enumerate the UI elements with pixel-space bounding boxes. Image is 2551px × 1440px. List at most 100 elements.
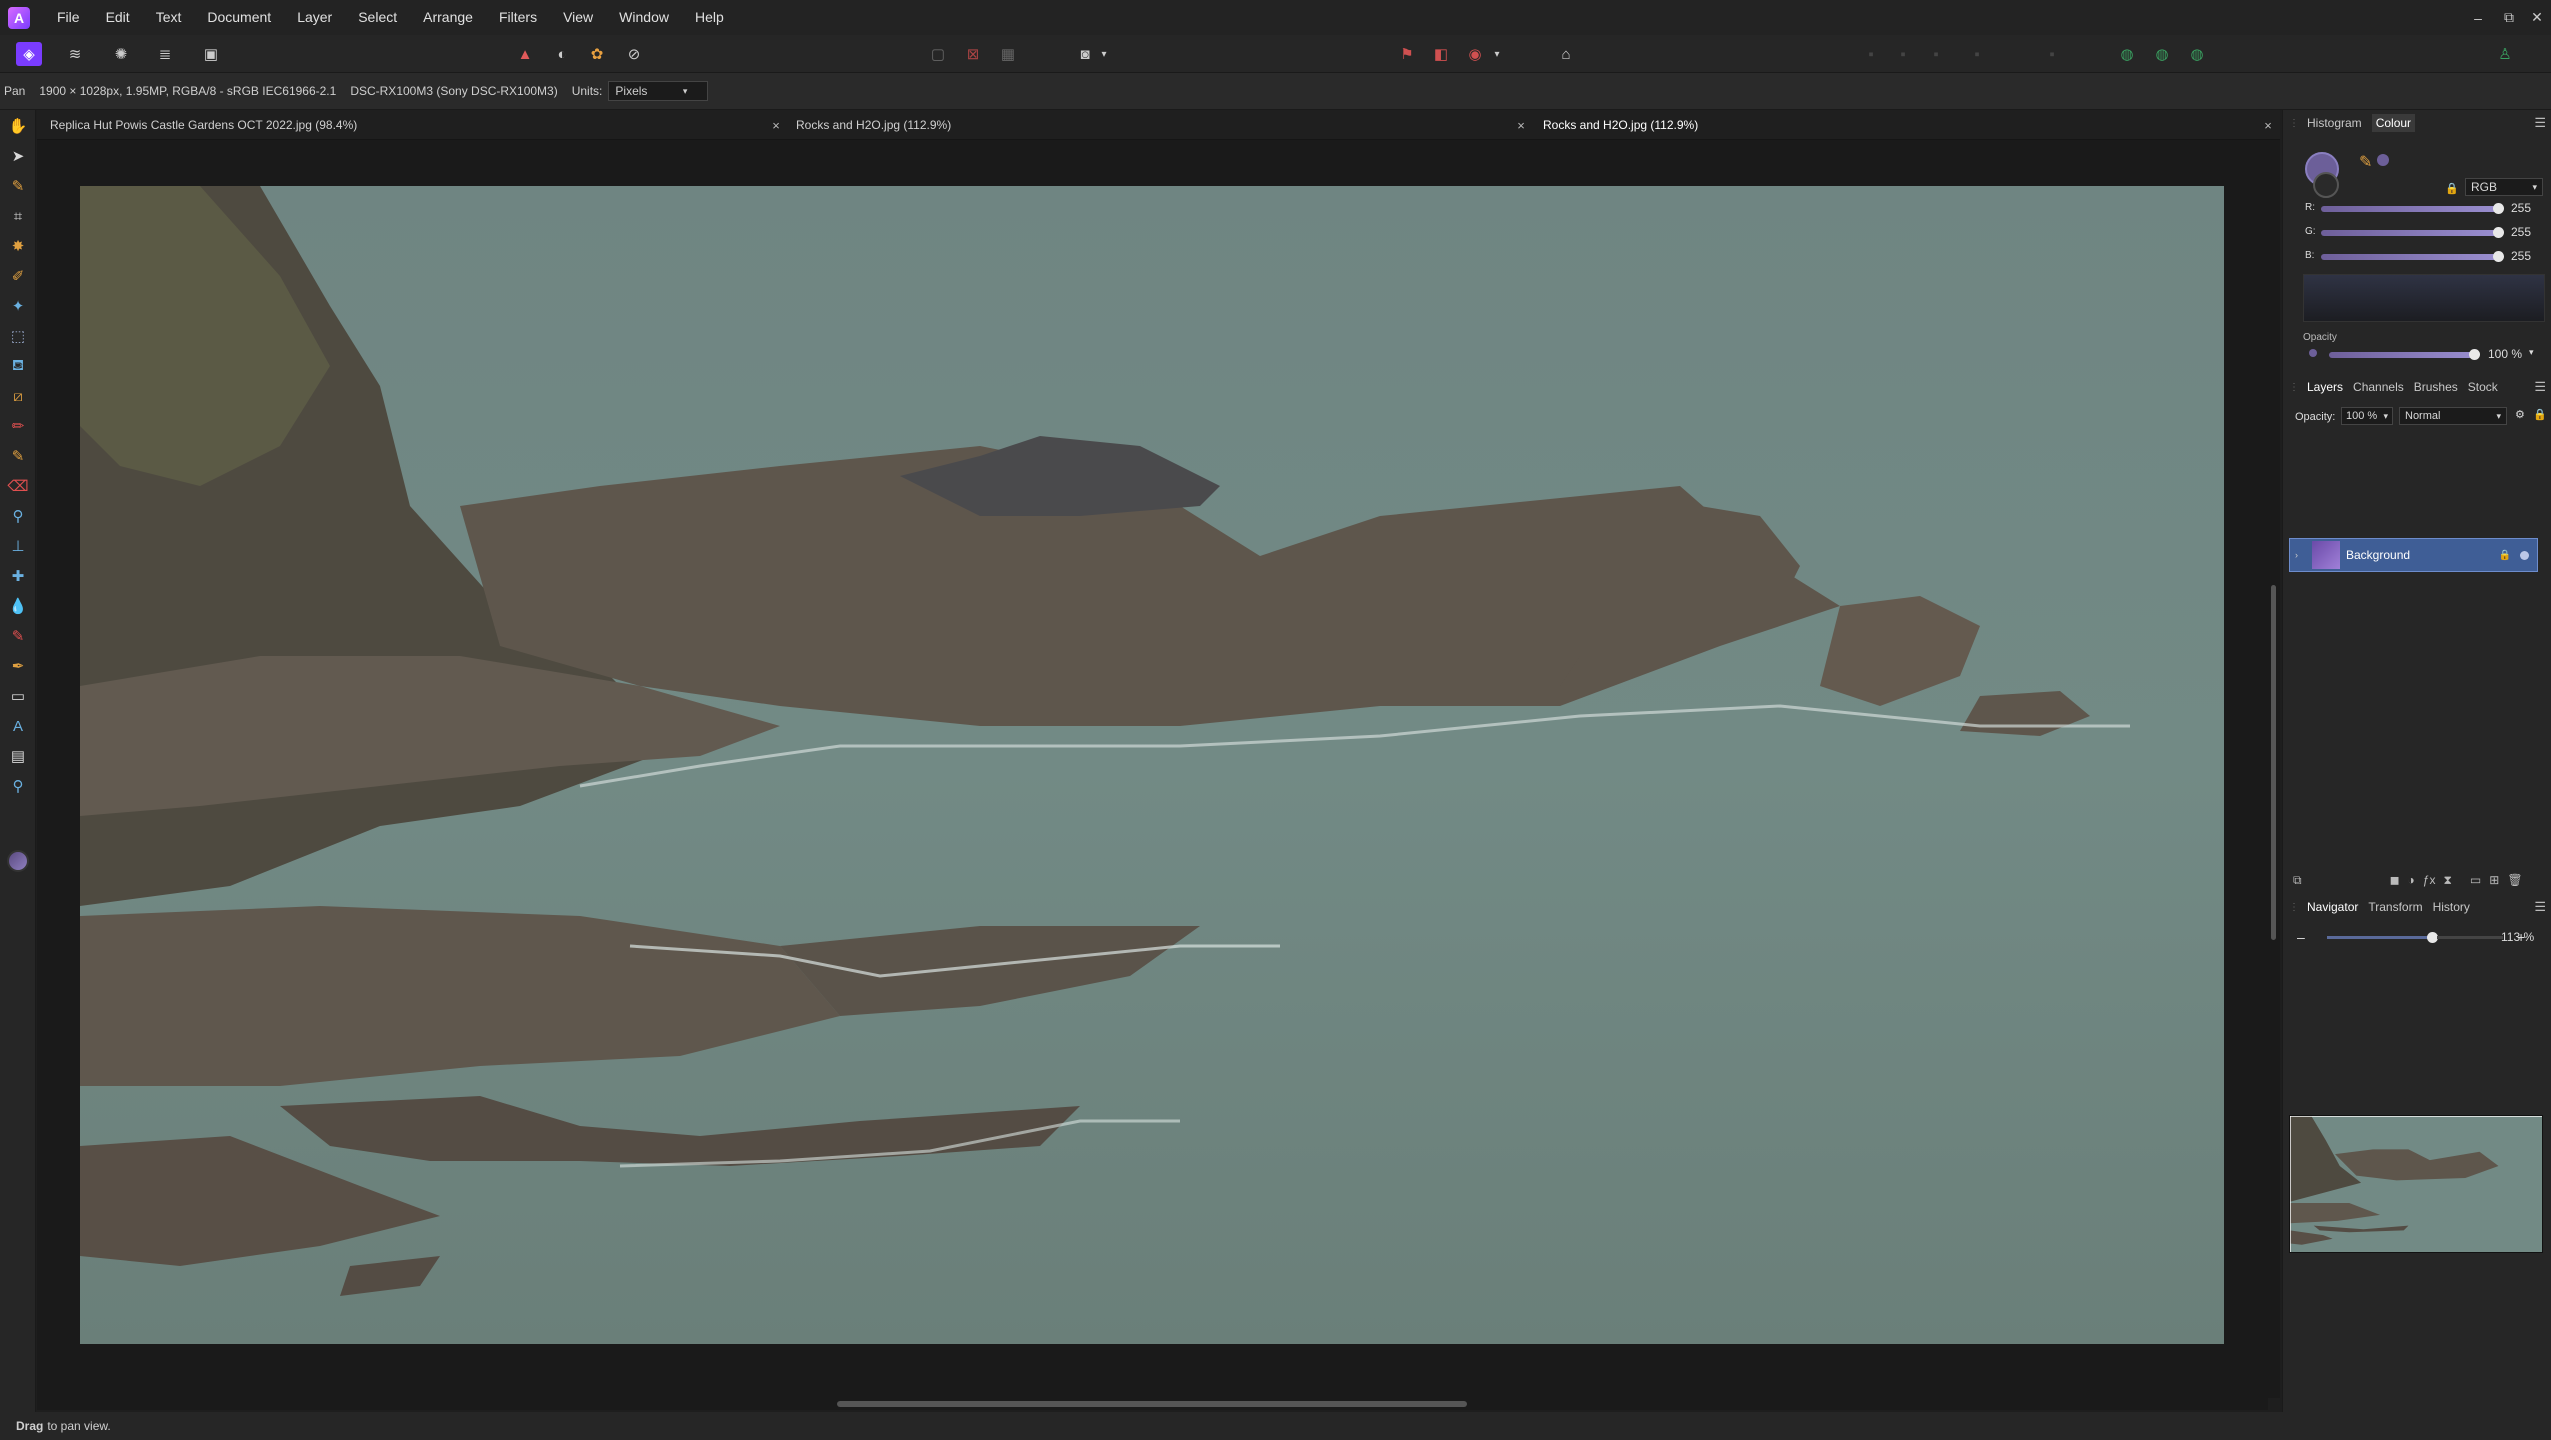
arrange-icon[interactable]: ▪ [1890, 42, 1916, 66]
r-value[interactable]: 255 [2511, 201, 2531, 215]
layers-opacity-dropdown[interactable]: 100 % ▾ [2341, 407, 2393, 425]
navigator-thumbnail[interactable] [2289, 1115, 2543, 1253]
arrange-icon[interactable]: ▪ [1964, 42, 1990, 66]
close-tab-icon[interactable]: × [2259, 110, 2277, 140]
menu-text[interactable]: Text [143, 0, 195, 35]
move-tool-icon[interactable]: ➤ [6, 144, 30, 168]
mesh-warp-icon[interactable]: ▤ [6, 744, 30, 768]
stroke-colour-swatch[interactable] [2313, 172, 2339, 198]
panel-menu-icon[interactable]: ☰ [2534, 899, 2546, 915]
tab-brushes[interactable]: Brushes [2414, 380, 2458, 394]
tab-stock[interactable]: Stock [2468, 380, 2498, 394]
chevron-down-icon[interactable]: ▾ [1490, 42, 1504, 66]
horizontal-scrollbar[interactable] [37, 1396, 2268, 1410]
close-tab-icon[interactable]: × [1512, 110, 1530, 140]
account-icon[interactable]: ♙ [2492, 42, 2518, 66]
eyedropper-icon[interactable]: ✎ [2359, 152, 2372, 172]
blend-mode-dropdown[interactable]: Normal ▾ [2399, 407, 2507, 425]
tab-navigator[interactable]: Navigator [2307, 900, 2358, 914]
marquee-tool-icon[interactable]: ⬚ [6, 324, 30, 348]
r-slider[interactable] [2321, 203, 2504, 214]
view-mode-icon[interactable]: ⌂ [1553, 42, 1579, 66]
tab-rocks-and-h2o-2[interactable]: Rocks and H2O.jpg (112.9%) [1543, 110, 1698, 140]
invert-selection-icon[interactable]: ▦ [995, 42, 1021, 66]
force-pixel-alignment-icon[interactable]: ◉ [1462, 42, 1488, 66]
gear-icon[interactable]: ⚙ [2515, 408, 2525, 421]
assistant-icon[interactable]: ⚑ [1394, 42, 1420, 66]
tab-transform[interactable]: Transform [2368, 900, 2422, 914]
layer-row-background[interactable]: › Background 🔒 [2289, 538, 2538, 572]
arrange-icon[interactable]: ▪ [2039, 42, 2065, 66]
vertical-scroll-thumb[interactable] [2271, 585, 2276, 940]
liquify-persona-icon[interactable]: ≋ [62, 42, 88, 66]
colour-model-dropdown[interactable]: RGB ▾ [2465, 178, 2543, 196]
units-dropdown[interactable]: Pixels ▾ [608, 81, 709, 101]
zoom-out-button[interactable]: – [2297, 929, 2305, 945]
clone-tool-icon[interactable]: ⊥ [6, 534, 30, 558]
mask-layer-icon[interactable]: ◼ [2390, 873, 2400, 887]
text-tool-icon[interactable]: A [6, 714, 30, 738]
dodge-tool-icon[interactable]: ⚲ [6, 504, 30, 528]
arrange-icon[interactable]: ▪ [1923, 42, 1949, 66]
auto-levels-icon[interactable]: ▲ [512, 42, 538, 66]
close-tab-icon[interactable]: × [767, 110, 785, 140]
panel-menu-icon[interactable]: ☰ [2534, 115, 2546, 131]
selection-brush-icon[interactable]: ✸ [6, 234, 30, 258]
restore-button[interactable]: ⧉ [2494, 0, 2524, 35]
menu-edit[interactable]: Edit [93, 0, 143, 35]
develop-persona-icon[interactable]: ✺ [108, 42, 134, 66]
minimize-button[interactable]: – [2463, 0, 2493, 35]
tab-rocks-and-h2o-1[interactable]: Rocks and H2O.jpg (112.9%) [796, 110, 951, 140]
crop-tool-icon[interactable]: ⌗ [6, 204, 30, 228]
add-group-icon[interactable]: ▭ [2470, 873, 2481, 887]
tab-history[interactable]: History [2433, 900, 2470, 914]
lock-icon[interactable]: 🔒 [2445, 182, 2459, 195]
quick-mask-icon[interactable]: ◙ [1072, 42, 1098, 66]
chevron-down-icon[interactable]: ▾ [2529, 347, 2534, 358]
lock-icon[interactable]: 🔒 [2533, 408, 2547, 421]
rectangle-tool-icon[interactable]: ▭ [6, 684, 30, 708]
g-slider[interactable] [2321, 227, 2504, 238]
auto-white-balance-icon[interactable]: ⊘ [621, 42, 647, 66]
tab-channels[interactable]: Channels [2353, 380, 2404, 394]
color-picker-tool-icon[interactable]: ✎ [6, 174, 30, 198]
add-layer-icon[interactable]: ⊞ [2489, 873, 2499, 887]
horizontal-scroll-thumb[interactable] [837, 1401, 1467, 1407]
deselect-icon[interactable]: ⊠ [960, 42, 986, 66]
auto-contrast-icon[interactable]: ◐ [549, 42, 575, 66]
photo-persona-icon[interactable]: ◈ [16, 42, 42, 66]
menu-layer[interactable]: Layer [284, 0, 345, 35]
delete-layer-icon[interactable]: 🗑 [2507, 873, 2522, 887]
healing-brush-icon[interactable]: ✚ [6, 564, 30, 588]
colour-spectrum[interactable] [2303, 274, 2545, 322]
tab-layers[interactable]: Layers [2307, 380, 2343, 394]
snapping-icon[interactable]: ◧ [1428, 42, 1454, 66]
layer-options-icon[interactable]: ⧉ [2293, 873, 2302, 888]
layer-lock-icon[interactable]: 🔒 [2499, 550, 2511, 561]
adjustment-layer-icon[interactable]: ◑ [2408, 873, 2415, 887]
document-image[interactable] [80, 186, 2224, 1344]
tab-histogram[interactable]: Histogram [2307, 116, 2362, 130]
zoom-tool-icon[interactable]: ⚲ [6, 774, 30, 798]
pixel-tool-icon[interactable]: ✎ [6, 444, 30, 468]
opacity-slider[interactable] [2329, 349, 2480, 360]
menu-file[interactable]: File [44, 0, 93, 35]
sync-icon[interactable]: ◍ [2184, 42, 2210, 66]
export-persona-icon[interactable]: ▣ [198, 42, 224, 66]
gradient-tool-icon[interactable]: ⧄ [6, 384, 30, 408]
red-eye-tool-icon[interactable]: ✎ [6, 624, 30, 648]
menu-view[interactable]: View [550, 0, 606, 35]
auto-colour-icon[interactable]: ✿ [584, 42, 610, 66]
chevron-down-icon[interactable]: ▾ [1097, 42, 1111, 66]
b-slider[interactable] [2321, 251, 2504, 262]
zoom-value[interactable]: 113 % [2501, 930, 2534, 944]
live-filter-icon[interactable]: ƒx [2423, 873, 2436, 887]
layer-expand-icon[interactable]: › [2295, 550, 2298, 560]
opacity-slider-knob[interactable] [2469, 349, 2480, 360]
g-value[interactable]: 255 [2511, 225, 2531, 239]
pen-tool-icon[interactable]: ✒ [6, 654, 30, 678]
menu-select[interactable]: Select [345, 0, 410, 35]
menu-document[interactable]: Document [194, 0, 284, 35]
opacity-value[interactable]: 100 % [2488, 347, 2522, 361]
menu-filters[interactable]: Filters [486, 0, 550, 35]
